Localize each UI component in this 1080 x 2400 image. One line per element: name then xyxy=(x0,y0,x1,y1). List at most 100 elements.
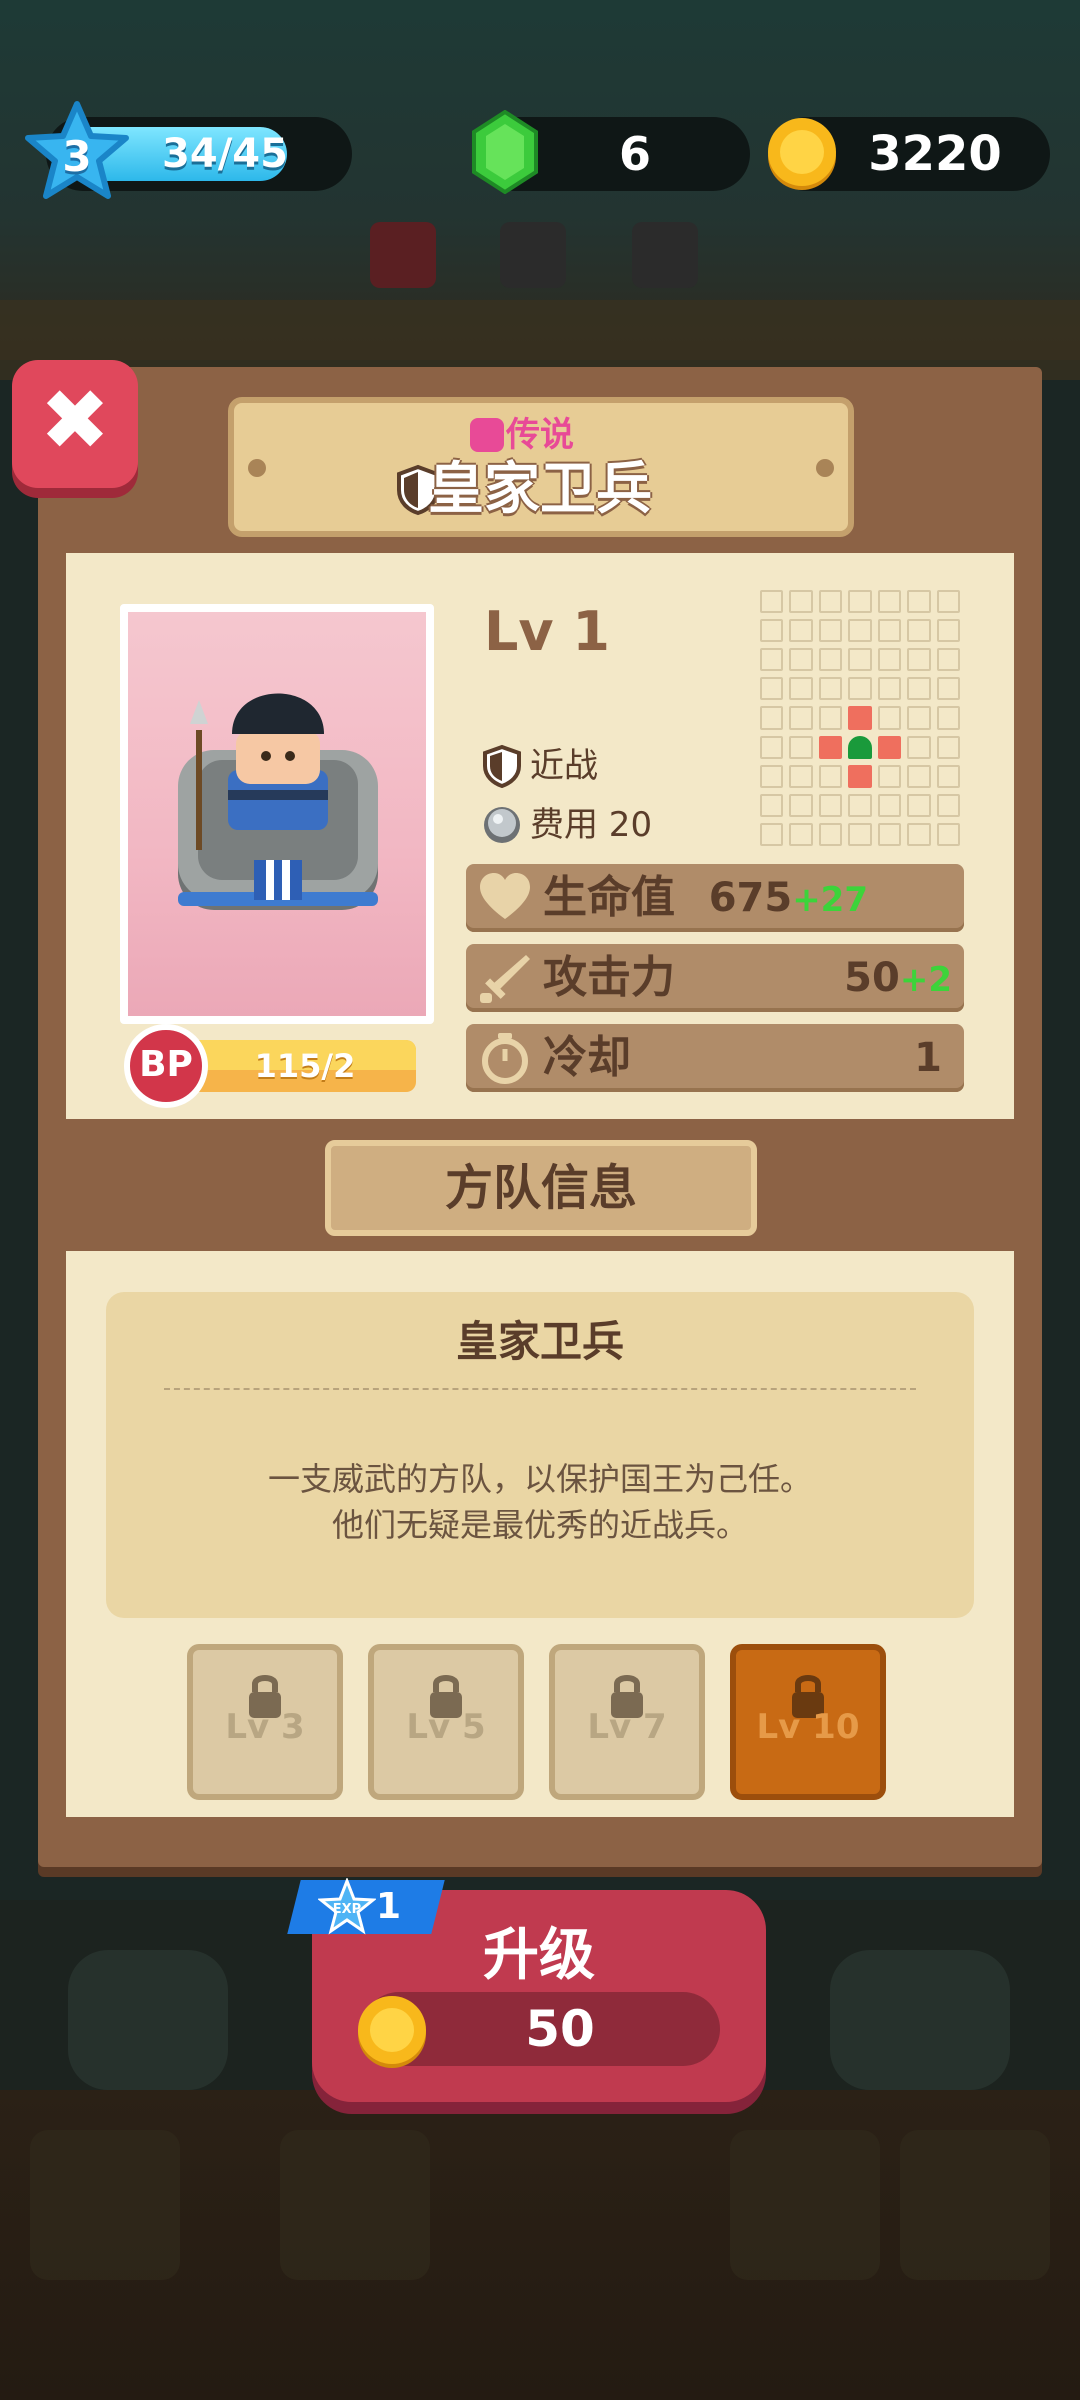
range-cell xyxy=(936,590,960,614)
range-cell xyxy=(907,677,931,701)
range-cell xyxy=(789,764,813,788)
range-cell xyxy=(818,590,843,614)
range-cell xyxy=(789,793,813,817)
shield-icon xyxy=(483,744,521,788)
stat-value-hp: 675+27 xyxy=(708,875,868,921)
attack-type: 近战 xyxy=(530,746,598,786)
range-cell xyxy=(848,793,872,817)
range-cell xyxy=(789,735,813,759)
range-cell-attack xyxy=(877,735,902,759)
range-cell xyxy=(760,677,784,701)
range-cell xyxy=(818,648,843,672)
range-cell xyxy=(818,619,843,643)
bp-value: 115/2 xyxy=(254,1047,356,1085)
stat-value-attack: 50+2 xyxy=(844,955,952,1001)
range-cell xyxy=(760,706,784,730)
squad-name: 皇家卫兵 xyxy=(455,1317,624,1366)
range-cell xyxy=(936,619,960,643)
range-cell xyxy=(936,735,960,759)
range-cell xyxy=(877,764,902,788)
gem-count: 6 xyxy=(618,127,651,181)
skill-unlock-level-4: Lv 10 xyxy=(756,1707,860,1747)
coin-count: 3220 xyxy=(868,126,1002,182)
range-cell xyxy=(848,822,872,846)
squad-description-line-2: 他们无疑是最优秀的近战兵。 xyxy=(331,1506,748,1544)
unit-cost: 费用 20 xyxy=(530,805,653,845)
range-cell xyxy=(760,822,784,846)
range-cell xyxy=(848,677,872,701)
range-cell xyxy=(907,822,931,846)
player-level: 3 xyxy=(62,132,92,181)
range-cell xyxy=(877,590,902,614)
range-cell xyxy=(789,590,813,614)
cost-coin-icon xyxy=(484,807,520,843)
plate-rivet xyxy=(816,459,834,477)
range-cell xyxy=(936,677,960,701)
heart-icon xyxy=(480,873,530,919)
stat-bonus-attack: +2 xyxy=(899,960,952,1000)
range-cell-attack xyxy=(818,735,843,759)
range-cell xyxy=(936,706,960,730)
range-cell xyxy=(818,822,843,846)
upgrade-label[interactable]: 升级 xyxy=(312,1916,766,1996)
range-cell xyxy=(848,590,872,614)
range-cell-attack xyxy=(848,764,872,788)
stat-label-attack: 攻击力 xyxy=(543,952,675,1003)
range-cell xyxy=(818,793,843,817)
range-cell xyxy=(760,735,784,759)
range-cell xyxy=(877,619,902,643)
range-cell xyxy=(760,648,784,672)
backdrop-blob xyxy=(830,1950,1010,2090)
range-cell xyxy=(789,648,813,672)
skill-unlock-level-2: Lv 5 xyxy=(406,1707,486,1747)
upgrade-cost: 50 xyxy=(525,2000,595,2058)
range-cell xyxy=(848,619,872,643)
stat-label-hp: 生命值 xyxy=(543,872,675,923)
stopwatch-icon xyxy=(482,1033,528,1084)
bp-badge: BP xyxy=(124,1024,208,1108)
range-cell xyxy=(936,793,960,817)
gem-icon xyxy=(472,110,538,194)
range-cell xyxy=(907,735,931,759)
squad-description-line-1: 一支威武的方队，以保护国王为己任。 xyxy=(267,1460,812,1498)
backdrop-tile xyxy=(30,2130,180,2280)
divider xyxy=(164,1388,916,1390)
backdrop-square xyxy=(500,222,566,288)
range-cell xyxy=(936,822,960,846)
range-cell xyxy=(877,648,902,672)
range-cell xyxy=(936,764,960,788)
range-cell xyxy=(877,706,902,730)
range-cell xyxy=(760,590,784,614)
backdrop-tile xyxy=(730,2130,880,2280)
stat-label-cooldown: 冷却 xyxy=(543,1032,631,1083)
range-cell xyxy=(760,793,784,817)
backdrop-tile xyxy=(900,2130,1050,2280)
range-cell xyxy=(818,706,843,730)
unit-name: 皇家卫兵 xyxy=(428,457,652,522)
range-cell xyxy=(789,619,813,643)
squad-info-title: 方队信息 xyxy=(444,1160,637,1216)
range-cell xyxy=(877,822,902,846)
range-cell xyxy=(848,648,872,672)
backdrop-blob xyxy=(68,1950,228,2090)
rarity-label: 传说 xyxy=(506,415,574,455)
range-cell xyxy=(760,619,784,643)
range-cell xyxy=(907,793,931,817)
range-cell xyxy=(907,619,931,643)
range-cell xyxy=(907,764,931,788)
backdrop-square xyxy=(370,222,436,288)
unit-level: Lv 1 xyxy=(484,600,610,663)
royal-guard-portrait xyxy=(178,693,378,910)
range-cell xyxy=(760,764,784,788)
close-icon[interactable]: ✖ xyxy=(12,360,138,480)
skill-unlock-level-3: Lv 7 xyxy=(587,1707,667,1747)
range-cell xyxy=(907,706,931,730)
exp-label: EXP xyxy=(333,1902,361,1917)
xp-text: 34/45 xyxy=(162,131,288,177)
range-cell-unit xyxy=(848,735,872,759)
range-cell xyxy=(789,822,813,846)
stat-value-cooldown: 1 xyxy=(914,1035,942,1081)
plate-rivet xyxy=(248,459,266,477)
backdrop-tile xyxy=(280,2130,430,2280)
attack-range-grid xyxy=(760,590,960,846)
